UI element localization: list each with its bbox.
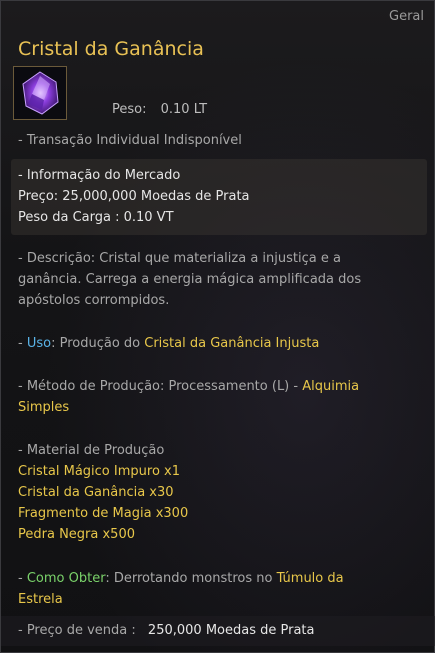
obtain-place-cont: Estrela (18, 592, 63, 607)
production-method-name: Alquimia (302, 379, 360, 394)
use-target: Cristal da Ganância Injusta (144, 336, 320, 351)
production-method-name-cont: Simples (18, 400, 70, 415)
obtain-text: : Derrotando monstros no (105, 571, 277, 586)
obtain-label: Como Obter (26, 571, 106, 586)
sell-price-value: 250,000 Moedas de Prata (147, 623, 315, 638)
materials-header: - Material de Produção (18, 443, 165, 458)
weight-value: 0.10 LT (160, 102, 208, 117)
market-header: - Informação do Mercado (18, 168, 181, 183)
weight-row: Peso: 0.10 LT (112, 102, 207, 117)
obtain-place: Túmulo da (276, 571, 344, 586)
use-prefix: - (18, 336, 27, 351)
material-item: Cristal Mágico Impuro x1 (18, 464, 180, 479)
description-line-3: apóstolos corrompidos. (18, 293, 170, 308)
description-line-1: - Descrição: Cristal que materializa a i… (18, 251, 341, 266)
obtain-prefix: - (18, 571, 27, 586)
description-line-2: ganância. Carrega a energia mágica ampli… (18, 272, 362, 287)
how-to-obtain-line: - Como Obter: Derrotando monstros no Túm… (18, 568, 344, 589)
item-tooltip: Geral Cristal da Ganância Peso: 0.10 LT … (0, 0, 435, 653)
transaction-info: - Transação Individual Indisponível (18, 133, 242, 148)
use-line: - Uso: Produção do Cristal da Ganância I… (18, 333, 319, 354)
material-item: Pedra Negra x500 (18, 527, 135, 542)
weight-label: Peso: (112, 102, 147, 117)
market-price: Preço: 25,000,000 Moedas de Prata (18, 189, 250, 204)
use-text: : Produção do (51, 336, 145, 351)
material-item: Cristal da Ganância x30 (18, 485, 174, 500)
market-load-weight: Peso da Carga : 0.10 VT (18, 210, 174, 225)
material-item: Fragmento de Magia x300 (18, 506, 189, 521)
production-method-line: - Método de Produção: Processamento (L) … (18, 376, 359, 397)
sell-price-label: - Preço de venda : (18, 623, 136, 638)
item-title: Cristal da Ganância (18, 38, 204, 60)
use-label: Uso (26, 336, 52, 351)
sell-price-line: - Preço de venda : 250,000 Moedas de Pra… (18, 620, 314, 641)
production-method-text: - Método de Produção: Processamento (L) … (18, 379, 303, 394)
item-category: Geral (389, 9, 424, 24)
purple-crystal-icon (13, 66, 67, 120)
